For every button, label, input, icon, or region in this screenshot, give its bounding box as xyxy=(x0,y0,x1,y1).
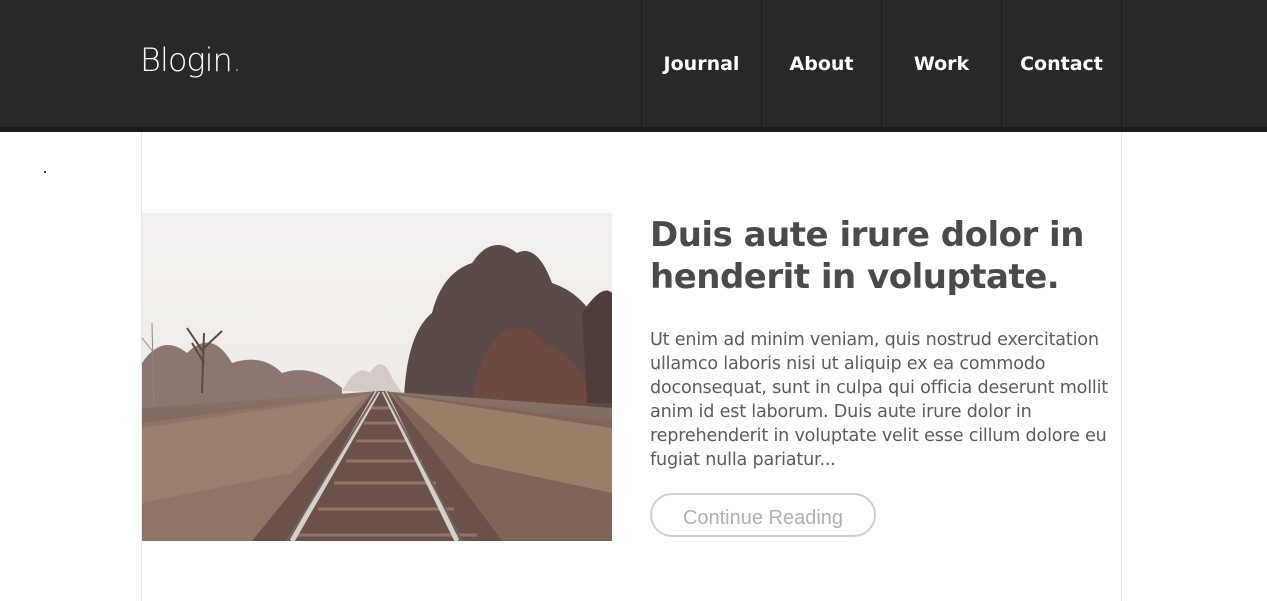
nav-item-contact[interactable]: Contact xyxy=(1002,0,1122,127)
post-title[interactable]: Duis aute irure dolor in henderit in vol… xyxy=(650,214,1120,298)
site-logo[interactable]: Blogin. xyxy=(140,40,242,80)
stray-dot xyxy=(44,171,46,173)
continue-reading-button[interactable]: Continue Reading xyxy=(650,493,876,537)
post-image[interactable] xyxy=(142,213,612,541)
main-nav: Journal About Work Contact xyxy=(641,0,1122,127)
post-excerpt: Ut enim ad minim veniam, quis nostrud ex… xyxy=(650,330,1108,470)
nav-item-journal[interactable]: Journal xyxy=(642,0,762,127)
logo-dot: . xyxy=(231,41,242,79)
nav-item-work[interactable]: Work xyxy=(882,0,1002,127)
logo-text: Blogin xyxy=(140,41,233,79)
site-header: Blogin. Journal About Work Contact xyxy=(0,0,1267,132)
nav-item-about[interactable]: About xyxy=(762,0,882,127)
railway-track-photo-icon xyxy=(142,213,612,541)
